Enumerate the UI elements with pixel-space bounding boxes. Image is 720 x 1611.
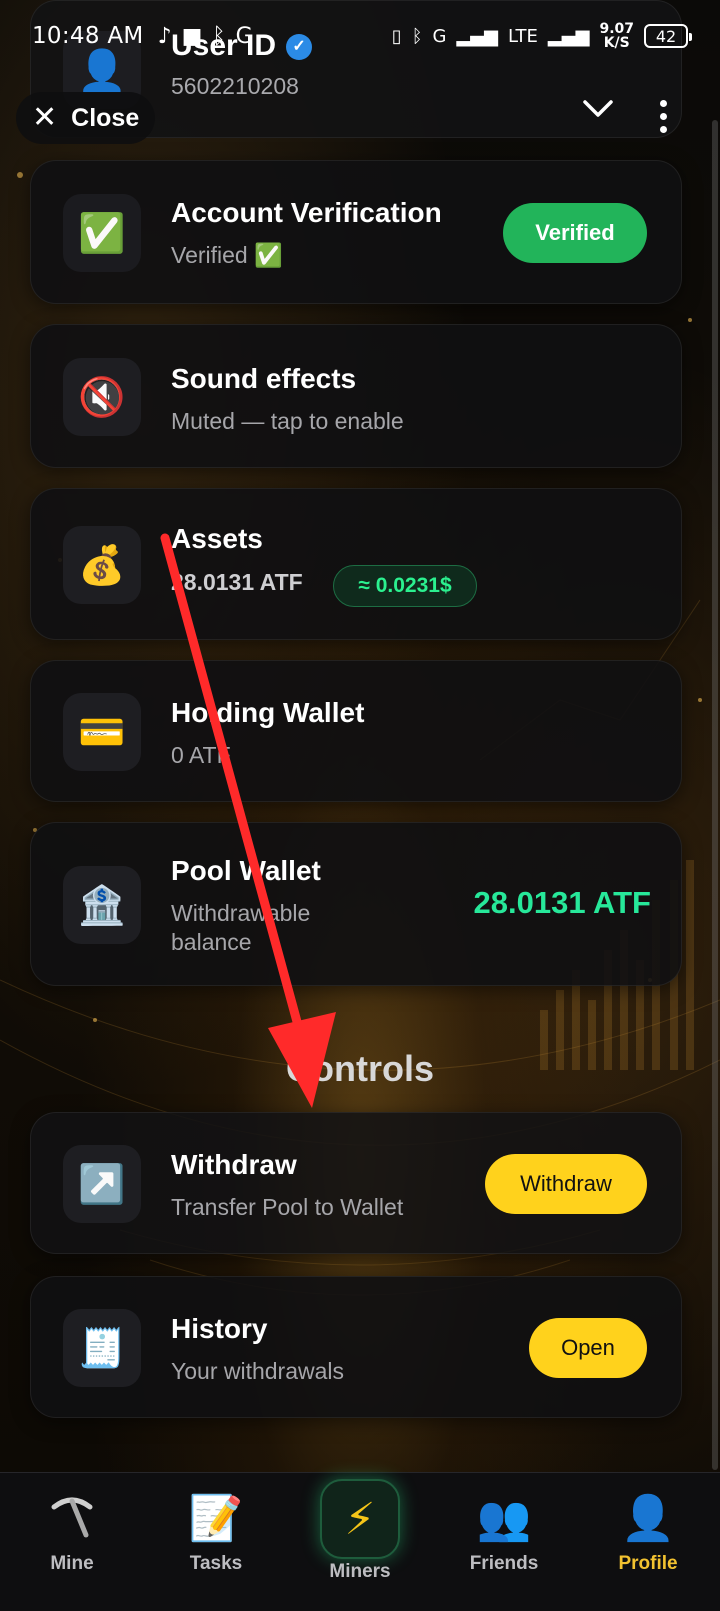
memo-icon: 📝 xyxy=(188,1493,244,1544)
status-notification-icons: ♪ ■ ᛒ G xyxy=(158,24,253,49)
close-button[interactable]: ✕ Close xyxy=(16,92,156,144)
nav-label-tasks: Tasks xyxy=(189,1553,243,1574)
more-menu-icon[interactable] xyxy=(660,100,667,133)
nav-label-mine: Mine xyxy=(50,1553,94,1574)
signal-icon-2: ▂▄▆ xyxy=(547,25,590,47)
controls-section-title: Controls xyxy=(286,1048,434,1089)
sound-effects-title: Sound effects xyxy=(171,363,357,394)
pool-wallet-card: 🏦 Pool Wallet Withdrawable balance 28.01… xyxy=(30,822,682,986)
nav-item-profile[interactable]: 👤 Profile xyxy=(576,1473,720,1611)
chevron-down-icon[interactable] xyxy=(582,98,614,124)
square-notification-icon: ■ xyxy=(181,23,203,49)
nav-label-friends: Friends xyxy=(469,1553,539,1574)
lightning-icon: ⚡ xyxy=(320,1479,400,1559)
withdraw-title: Withdraw xyxy=(171,1149,297,1180)
history-subtitle: Your withdrawals xyxy=(171,1358,345,1384)
sound-effects-status: Muted — tap to enable xyxy=(171,408,404,434)
tiktok-icon: ♪ xyxy=(157,23,172,49)
bottom-navigation: Mine 📝 Tasks ⚡ Miners 👥 Friends 👤 Profil… xyxy=(0,1472,720,1611)
history-title: History xyxy=(171,1313,268,1344)
bank-icon: 🏦 xyxy=(63,866,141,944)
nav-label-profile: Profile xyxy=(618,1553,678,1574)
battery-icon: 42 xyxy=(644,24,692,48)
pool-wallet-subtitle-line1: Withdrawable xyxy=(171,900,311,926)
withdraw-subtitle: Transfer Pool to Wallet xyxy=(171,1194,404,1220)
holding-wallet-title: Holding Wallet xyxy=(171,697,365,728)
nav-item-miners[interactable]: ⚡ Miners xyxy=(288,1473,432,1611)
network-speed: 9.07 K/S xyxy=(599,22,634,50)
vibrate-icon: ▯ xyxy=(391,25,402,47)
friends-icon: 👥 xyxy=(476,1493,532,1544)
money-bag-icon: 💰 xyxy=(63,526,141,604)
nav-item-tasks[interactable]: 📝 Tasks xyxy=(144,1473,288,1611)
user-id: 5602210208 xyxy=(171,73,299,99)
battery-level: 42 xyxy=(655,26,677,46)
network-speed-value: 9.07 xyxy=(599,21,634,37)
bluetooth-status-icon: ᛒ xyxy=(411,25,423,47)
sound-effects-card[interactable]: 🔇 Sound effects Muted — tap to enable xyxy=(30,324,682,468)
assets-card: 💰 Assets 28.0131 ATF ≈ 0.0231$ xyxy=(30,488,682,640)
account-verification-card: ✅ Account Verification Verified ✅ Verifi… xyxy=(30,160,682,304)
withdraw-button[interactable]: Withdraw xyxy=(485,1154,647,1214)
withdraw-card: ↗️ Withdraw Transfer Pool to Wallet With… xyxy=(30,1112,682,1254)
network-type: G xyxy=(432,25,447,47)
pool-wallet-title: Pool Wallet xyxy=(171,855,321,886)
status-time: 10:48 AM xyxy=(32,23,144,49)
assets-amount: 28.0131 ATF xyxy=(171,569,303,595)
close-icon: ✕ xyxy=(32,100,58,135)
assets-usd-value: ≈ 0.0231$ xyxy=(333,565,477,607)
status-right-icons: ▯ ᛒ G ▂▄▆ LTE ▂▄▆ 9.07 K/S 42 xyxy=(391,22,692,50)
signal-icon: ▂▄▆ xyxy=(456,25,498,47)
check-mark-icon: ✅ xyxy=(63,194,141,272)
verified-button[interactable]: Verified xyxy=(503,203,647,263)
status-bar: 10:48 AM ♪ ■ ᛒ G ▯ ᛒ G ▂▄▆ LTE ▂▄▆ 9.07 … xyxy=(0,0,720,72)
holding-wallet-balance: 0 ATF xyxy=(171,742,231,768)
pickaxe-icon xyxy=(48,1493,96,1545)
account-verification-title: Account Verification xyxy=(171,197,442,228)
pool-wallet-subtitle: Withdrawable balance xyxy=(171,899,310,957)
lte-label: LTE xyxy=(508,25,538,47)
muted-speaker-icon: 🔇 xyxy=(63,358,141,436)
app-notification-icon: G xyxy=(235,23,253,49)
pool-wallet-amount: 28.0131 ATF xyxy=(473,885,651,920)
holding-wallet-card: 💳 Holding Wallet 0 ATF xyxy=(30,660,682,802)
bluetooth-icon: ᛒ xyxy=(212,23,226,49)
assets-title: Assets xyxy=(171,523,263,554)
history-open-button[interactable]: Open xyxy=(529,1318,647,1378)
scrollbar[interactable] xyxy=(712,120,718,1470)
up-right-arrow-icon: ↗️ xyxy=(63,1145,141,1223)
close-label: Close xyxy=(71,103,140,132)
credit-card-icon: 💳 xyxy=(63,693,141,771)
nav-item-friends[interactable]: 👥 Friends xyxy=(432,1473,576,1611)
history-card: 🧾 History Your withdrawals Open xyxy=(30,1276,682,1418)
receipt-icon: 🧾 xyxy=(63,1309,141,1387)
nav-label-miners: Miners xyxy=(329,1561,391,1582)
pool-wallet-subtitle-line2: balance xyxy=(171,929,252,955)
account-verification-status: Verified ✅ xyxy=(171,242,283,268)
profile-icon: 👤 xyxy=(620,1493,676,1544)
nav-item-mine[interactable]: Mine xyxy=(0,1473,144,1611)
network-speed-unit: K/S xyxy=(603,35,630,51)
